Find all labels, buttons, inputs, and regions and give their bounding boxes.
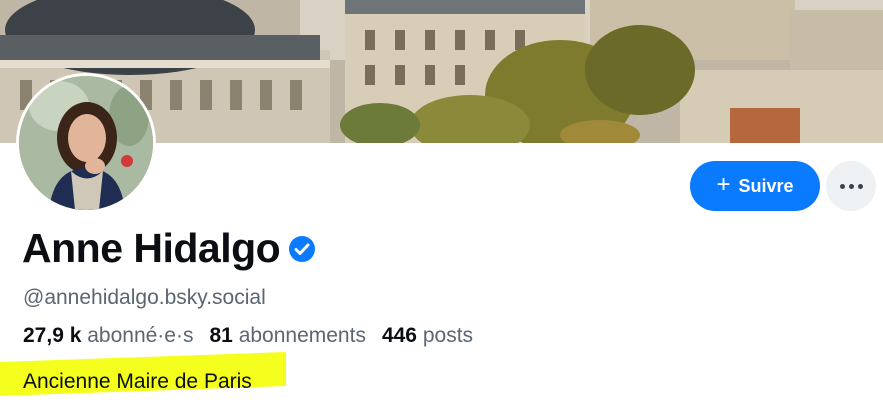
display-name: Anne Hidalgo	[22, 225, 281, 271]
more-options-button[interactable]	[826, 161, 876, 211]
posts-label: posts	[422, 324, 474, 347]
posts-stat: 446 posts	[382, 324, 473, 348]
avatar-image	[19, 76, 153, 210]
profile-handle: @annehidalgo.bsky.social	[23, 286, 266, 309]
name-row: Anne Hidalgo	[22, 225, 316, 272]
plus-icon: +	[716, 171, 731, 198]
following-count: 81	[209, 324, 233, 347]
followers-count: 27,9 k	[23, 324, 82, 347]
profile-stats: 27,9 k abonné·e·s 81 abonnements 446 pos…	[23, 324, 473, 348]
followers-label: abonné·e·s	[87, 324, 194, 347]
profile-bio: Ancienne Maire de Paris	[23, 370, 252, 393]
follow-button-label: Suivre	[738, 175, 794, 196]
posts-count: 446	[381, 324, 417, 347]
avatar[interactable]	[16, 73, 156, 213]
followers-stat[interactable]: 27,9 k abonné·e·s	[23, 324, 193, 348]
verified-badge-icon[interactable]	[288, 235, 316, 263]
following-label: abonnements	[238, 324, 366, 347]
more-dots-icon	[839, 183, 863, 189]
following-stat[interactable]: 81 abonnements	[209, 324, 365, 348]
follow-button[interactable]: + Suivre	[690, 161, 820, 211]
